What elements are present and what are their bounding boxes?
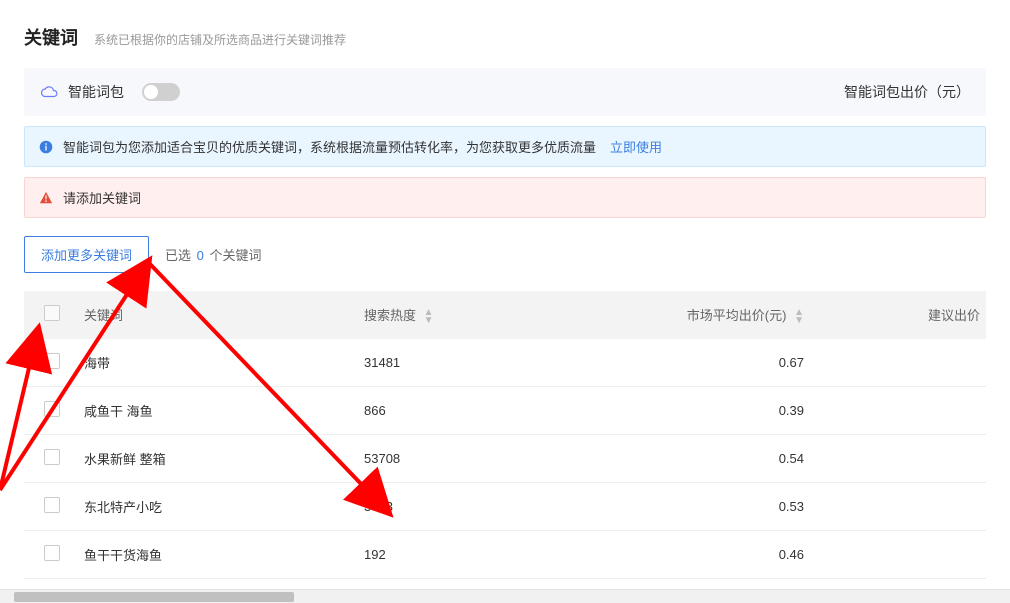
sort-icon: ▲▼ — [424, 309, 434, 325]
cell-suggest-price — [884, 434, 986, 482]
cell-keyword: 海带 — [84, 339, 364, 387]
cell-keyword: 鱼干干货海鱼 — [84, 530, 364, 578]
row-checkbox[interactable] — [44, 449, 60, 465]
cell-heat: 53708 — [364, 434, 644, 482]
keywords-table: 关键词 搜索热度 ▲▼ 市场平均出价(元) ▲▼ 建议出价 海带314810.6… — [24, 291, 986, 579]
row-checkbox[interactable] — [44, 497, 60, 513]
warn-banner-text: 请添加关键词 — [63, 188, 141, 207]
cell-avg-price: 0.54 — [644, 434, 884, 482]
cell-suggest-price — [884, 482, 986, 530]
col-avg-price[interactable]: 市场平均出价(元) ▲▼ — [644, 291, 884, 339]
cell-suggest-price — [884, 530, 986, 578]
cell-keyword: 东北特产小吃 — [84, 482, 364, 530]
table-row: 水果新鲜 整箱537080.54 — [24, 434, 986, 482]
info-icon — [39, 140, 53, 154]
cell-suggest-price — [884, 339, 986, 387]
col-heat[interactable]: 搜索热度 ▲▼ — [364, 291, 644, 339]
cell-heat: 3653 — [364, 482, 644, 530]
info-banner-text: 智能词包为您添加适合宝贝的优质关键词，系统根据流量预估转化率，为您获取更多优质流… — [63, 137, 596, 156]
table-row: 东北特产小吃36530.53 — [24, 482, 986, 530]
add-keywords-button[interactable]: 添加更多关键词 — [24, 236, 149, 273]
horizontal-scrollbar[interactable] — [0, 589, 1010, 603]
cell-suggest-price — [884, 386, 986, 434]
cell-avg-price: 0.39 — [644, 386, 884, 434]
smart-pack-bar: 智能词包 智能词包出价（元） — [24, 68, 986, 116]
col-keyword[interactable]: 关键词 — [84, 291, 364, 339]
row-checkbox[interactable] — [44, 401, 60, 417]
row-checkbox[interactable] — [44, 353, 60, 369]
row-checkbox[interactable] — [44, 545, 60, 561]
cell-heat: 192 — [364, 530, 644, 578]
cell-keyword: 咸鱼干 海鱼 — [84, 386, 364, 434]
smart-pack-toggle[interactable] — [142, 83, 180, 101]
cell-avg-price: 0.53 — [644, 482, 884, 530]
page-title: 关键词 — [24, 24, 78, 50]
info-banner: 智能词包为您添加适合宝贝的优质关键词，系统根据流量预估转化率，为您获取更多优质流… — [24, 126, 986, 167]
cell-avg-price: 0.67 — [644, 339, 884, 387]
table-row: 海带314810.67 — [24, 339, 986, 387]
use-now-link[interactable]: 立即使用 — [610, 137, 662, 156]
select-all-checkbox[interactable] — [44, 305, 60, 321]
smart-pack-bid-label: 智能词包出价（元） — [844, 82, 970, 102]
scrollbar-thumb[interactable] — [14, 592, 294, 602]
table-row: 鱼干干货海鱼1920.46 — [24, 530, 986, 578]
cell-avg-price: 0.46 — [644, 530, 884, 578]
page-subtitle: 系统已根据你的店铺及所选商品进行关键词推荐 — [94, 31, 346, 48]
sort-icon: ▲▼ — [794, 309, 804, 325]
warning-icon — [39, 191, 53, 205]
cell-heat: 866 — [364, 386, 644, 434]
cloud-icon — [40, 85, 58, 99]
col-suggest-price[interactable]: 建议出价 — [884, 291, 986, 339]
smart-pack-label: 智能词包 — [68, 82, 124, 102]
cell-heat: 31481 — [364, 339, 644, 387]
table-row: 咸鱼干 海鱼8660.39 — [24, 386, 986, 434]
selected-count-label: 已选 0 个关键词 — [165, 245, 262, 264]
cell-keyword: 水果新鲜 整箱 — [84, 434, 364, 482]
warn-banner: 请添加关键词 — [24, 177, 986, 218]
table-header-row: 关键词 搜索热度 ▲▼ 市场平均出价(元) ▲▼ 建议出价 — [24, 291, 986, 339]
